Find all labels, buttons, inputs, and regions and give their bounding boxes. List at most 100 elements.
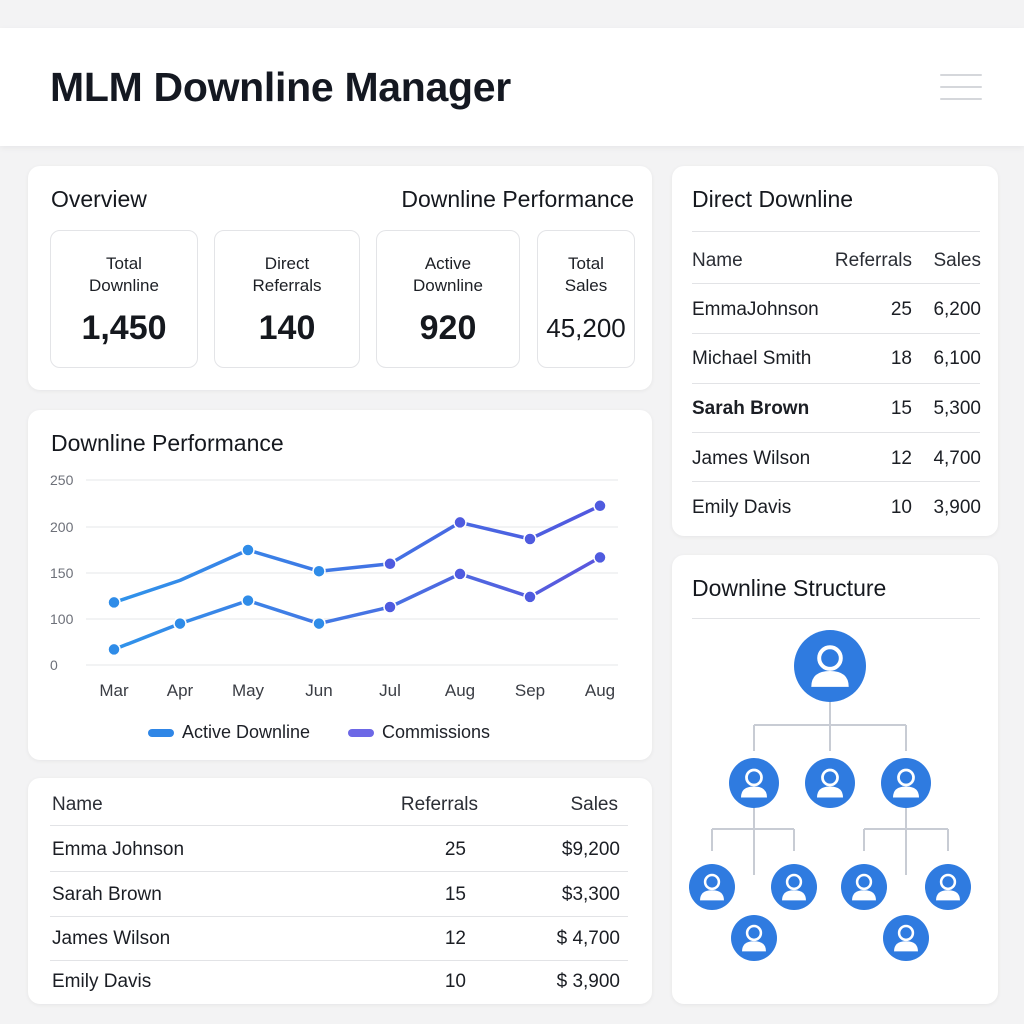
stat-label: Downline: [89, 276, 159, 295]
stat-label: Referrals: [252, 276, 322, 295]
member-name: James Wilson: [692, 448, 811, 469]
user-icon[interactable]: [841, 864, 887, 910]
data-point: [383, 557, 397, 571]
member-referrals: 10: [890, 497, 912, 518]
data-point: [241, 593, 255, 608]
legend-label: Active Downline: [182, 722, 311, 742]
data-point: [593, 499, 607, 513]
stat-active-downline: Active Downline 920: [376, 230, 520, 368]
stat-label: Total: [568, 254, 604, 273]
member-referrals: 18: [890, 348, 912, 369]
member-name: Emma Johnson: [52, 839, 185, 860]
user-icon[interactable]: [771, 864, 817, 910]
data-point: [593, 550, 607, 565]
x-tick-label: May: [232, 681, 265, 700]
stat-label: Active: [424, 254, 472, 273]
app-title: MLM Downline Manager: [50, 64, 511, 110]
member-sales: 4,700: [933, 448, 981, 469]
stat-label: Sales: [564, 276, 608, 295]
x-tick-label: Aug: [445, 681, 475, 700]
member-sales: 6,100: [933, 348, 981, 369]
member-referrals: 15: [444, 884, 466, 905]
member-sales: $3,300: [561, 884, 620, 905]
x-tick-label: Mar: [99, 681, 129, 700]
member-name: James Wilson: [52, 928, 171, 949]
member-name: Sarah Brown: [692, 398, 810, 419]
data-point: [312, 564, 326, 578]
member-referrals: 25: [890, 299, 912, 320]
x-tick-label: Apr: [167, 681, 194, 700]
legend-label: Commissions: [382, 722, 491, 742]
column-header-name[interactable]: Name: [52, 794, 103, 816]
divider: [692, 383, 980, 384]
user-icon[interactable]: [689, 864, 735, 910]
column-header-sales[interactable]: Sales: [920, 250, 981, 272]
data-point: [241, 543, 255, 557]
member-name: Emily Davis: [692, 497, 792, 518]
column-header-referrals[interactable]: Referrals: [812, 250, 912, 272]
column-header-referrals[interactable]: Referrals: [368, 794, 478, 816]
member-name: Michael Smith: [692, 348, 812, 369]
member-sales: $ 4,700: [556, 928, 620, 949]
performance-title: Downline Performance: [51, 430, 284, 456]
stat-total-sales: Total Sales 45,200: [537, 230, 635, 368]
user-icon[interactable]: [925, 864, 971, 910]
data-point: [523, 590, 537, 604]
y-tick-label: 150: [50, 565, 74, 581]
user-icon[interactable]: [729, 758, 779, 808]
member-referrals: 10: [444, 971, 466, 992]
member-sales: 6,200: [933, 299, 981, 320]
downline-structure-card: Downline Structure: [672, 555, 998, 1004]
divider: [50, 825, 628, 826]
member-sales: 5,300: [933, 398, 981, 419]
members-table-card: Name Referrals Sales Emma Johnson 25 $9,…: [28, 778, 652, 1004]
y-tick-label: 0: [50, 657, 58, 673]
legend-swatch: [348, 729, 374, 738]
user-icon[interactable]: [881, 758, 931, 808]
member-referrals: 12: [890, 448, 912, 469]
performance-line-chart: 250 200 150 100 0 Mar Apr May Jun Jul Aug Sep Aug: [50, 472, 618, 700]
series-line-commissions: [112, 555, 602, 652]
divider: [692, 432, 980, 433]
downline-tree-diagram: [689, 630, 971, 961]
data-point: [453, 567, 467, 581]
stat-label: Total: [106, 254, 142, 273]
overview-title: Overview: [51, 186, 147, 212]
stat-total-downline: Total Downline 1,450: [50, 230, 198, 368]
divider: [50, 871, 628, 872]
stat-value: 45,200: [546, 313, 626, 343]
data-point: [523, 532, 537, 546]
y-tick-label: 100: [50, 611, 74, 627]
column-header-sales[interactable]: Sales: [508, 794, 618, 816]
member-referrals: 25: [444, 839, 466, 860]
x-tick-label: Aug: [585, 681, 615, 700]
data-point: [383, 600, 397, 614]
member-sales: 3,900: [933, 497, 981, 518]
divider: [692, 481, 980, 482]
divider: [50, 960, 628, 961]
member-referrals: 12: [444, 928, 466, 949]
overview-card: Overview Downline Performance Total Downl…: [28, 166, 652, 390]
performance-card: Downline Performance 250 200 150 100 0 Mar Apr…: [28, 410, 652, 760]
user-icon[interactable]: [794, 630, 866, 702]
direct-downline-card: Direct Downline Name Referrals Sales Emm…: [672, 166, 998, 536]
divider: [692, 231, 980, 232]
column-header-name[interactable]: Name: [692, 250, 743, 272]
stat-label: Direct: [264, 254, 310, 273]
divider: [50, 916, 628, 917]
hamburger-menu-icon[interactable]: [940, 72, 984, 102]
user-icon[interactable]: [731, 915, 777, 961]
divider: [692, 333, 980, 334]
user-icon[interactable]: [805, 758, 855, 808]
x-tick-label: Sep: [515, 681, 545, 700]
stat-direct-referrals: Direct Referrals 140: [214, 230, 360, 368]
stat-value: 920: [419, 309, 477, 347]
member-sales: $9,200: [561, 839, 620, 860]
x-tick-label: Jul: [379, 681, 401, 700]
user-icon[interactable]: [883, 915, 929, 961]
data-point: [107, 642, 121, 657]
direct-downline-title: Direct Downline: [692, 186, 854, 212]
legend-swatch: [148, 729, 174, 738]
member-name: Emily Davis: [52, 971, 152, 992]
app-header: MLM Downline Manager: [0, 28, 1024, 146]
